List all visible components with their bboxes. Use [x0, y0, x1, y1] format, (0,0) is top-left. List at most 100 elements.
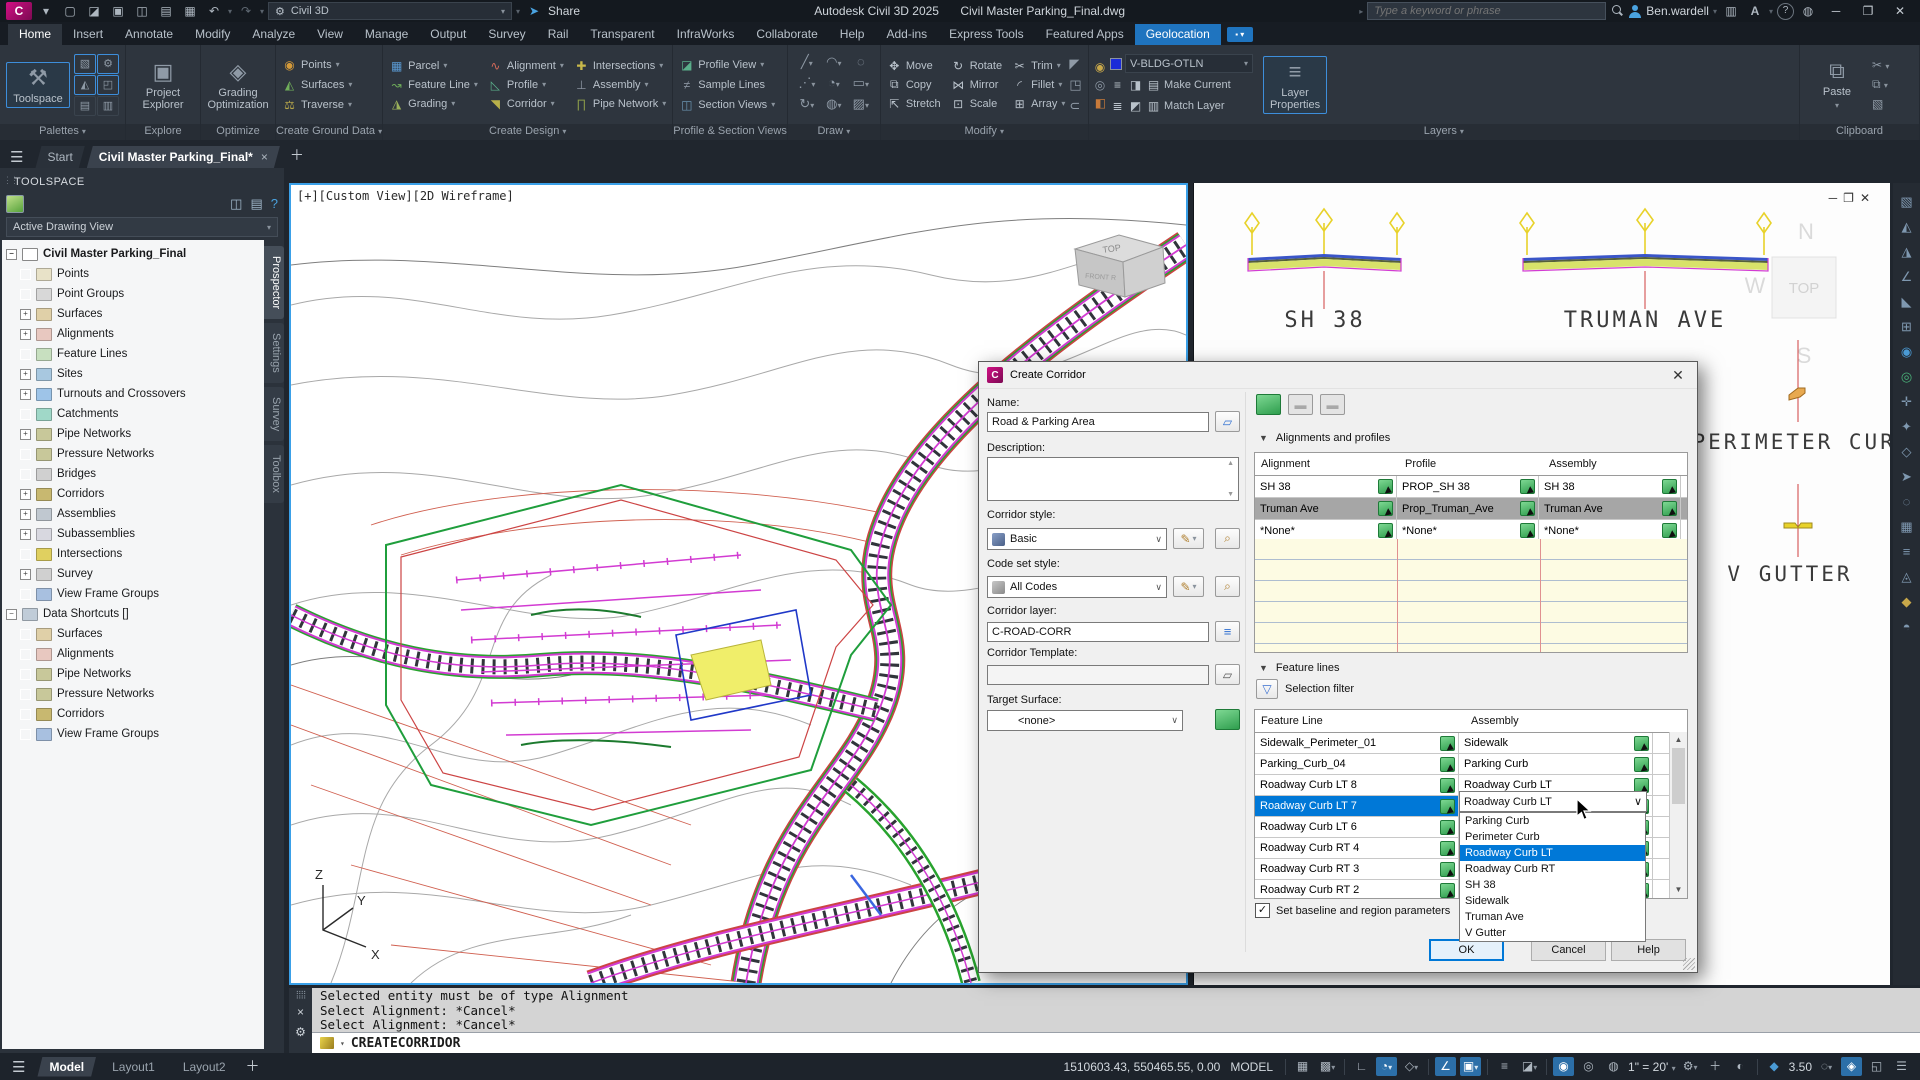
tree-item-ds-view-frame-groups[interactable]: View Frame Groups — [6, 724, 264, 744]
corridor-style-dropdown[interactable]: Basic∨ — [987, 528, 1167, 550]
sample-lines-button[interactable]: ≠Sample Lines — [679, 75, 775, 94]
pick-feature-icon[interactable] — [1440, 736, 1455, 751]
view-selector-dropdown[interactable]: Active Drawing View ▾ — [6, 217, 278, 237]
pick-feature-icon[interactable] — [1440, 820, 1455, 835]
option-sh38[interactable]: SH 38 — [1460, 877, 1645, 893]
move-button[interactable]: ✥Move — [887, 56, 941, 75]
feature-line-dropdown[interactable]: ↝Feature Line▾ — [389, 75, 478, 94]
customize-wrench-icon[interactable]: ⚙ — [295, 1025, 306, 1039]
panel-label-layers[interactable]: Layers ▾ — [1089, 124, 1799, 140]
template-browse-button[interactable]: ▱ — [1215, 664, 1240, 685]
tree-item-pressure-networks[interactable]: Pressure Networks — [6, 444, 264, 464]
file-tabs-menu-icon[interactable]: ☰ — [10, 148, 23, 166]
open-icon[interactable]: ◪ — [84, 4, 104, 18]
tree-item-view-frame-groups[interactable]: View Frame Groups — [6, 584, 264, 604]
scroll-up-icon[interactable]: ▲ — [1227, 460, 1234, 467]
tc-globe-icon[interactable]: ◉ — [1898, 343, 1916, 361]
window-minimize-icon[interactable]: ─ — [1822, 4, 1850, 18]
paste-button[interactable]: ⧉ Paste ▾ — [1806, 56, 1868, 114]
pick-corridor-style-button[interactable]: ⌕ — [1215, 528, 1240, 549]
toolspace-title[interactable]: TOOLSPACE — [0, 172, 284, 192]
feature-lines-section-header[interactable]: ▼ Feature lines — [1259, 662, 1340, 674]
points-dropdown[interactable]: ◉Points▾ — [282, 55, 352, 74]
tab-output[interactable]: Output — [419, 24, 477, 45]
alignments-section-header[interactable]: ▼ Alignments and profiles — [1259, 432, 1390, 444]
pipe-network-dropdown[interactable]: ∏Pipe Network▾ — [574, 94, 666, 113]
tc-layer-icon[interactable]: ▧ — [1898, 193, 1916, 211]
layer-bulb-icon[interactable]: ◉ — [1095, 60, 1106, 74]
pick-alignment-icon[interactable] — [1378, 479, 1393, 494]
tab-collaborate[interactable]: Collaborate — [745, 24, 828, 45]
undo-icon[interactable]: ↶ — [204, 4, 224, 18]
signed-in-user[interactable]: Ben.wardell — [1646, 4, 1709, 18]
pick-profile-icon[interactable] — [1520, 479, 1535, 494]
profile-view-dropdown[interactable]: ◪Profile View▾ — [679, 55, 775, 74]
add-baseline-button[interactable] — [1256, 394, 1281, 415]
pick-feature-icon[interactable] — [1440, 778, 1455, 793]
grading-dropdown[interactable]: ◮Grading▾ — [389, 94, 478, 113]
tab-analyze[interactable]: Analyze — [241, 24, 306, 45]
description-textarea[interactable]: ▲▼ — [987, 457, 1239, 501]
clean-screen-icon[interactable]: ◱ — [1866, 1057, 1887, 1076]
array-dropdown[interactable]: ⊞Array▾ — [1012, 94, 1065, 113]
layout-menu-icon[interactable]: ☰ — [12, 1058, 25, 1076]
dialog-title-bar[interactable]: C Create Corridor ✕ — [979, 362, 1697, 389]
tab-home[interactable]: Home — [8, 24, 62, 45]
feature-table-scrollbar[interactable]: ▲ ▼ — [1669, 732, 1687, 898]
undo-arrow-icon[interactable]: ▾ — [228, 7, 232, 16]
print-icon[interactable]: ▦ — [180, 4, 200, 18]
edit-corridor-style-button[interactable]: ✎▾ — [1173, 528, 1204, 549]
transparency-icon[interactable]: ◪▾ — [1519, 1057, 1540, 1076]
active-drawing-icon[interactable] — [6, 195, 24, 213]
tc-point-name-icon[interactable]: ✦ — [1898, 418, 1916, 436]
item-view-icon[interactable]: ◫ — [230, 196, 242, 212]
scroll-down-icon[interactable]: ▼ — [1227, 491, 1234, 498]
object-snap-icon[interactable]: ▣▾ — [1460, 1057, 1481, 1076]
panel-label-design[interactable]: Create Design ▾ — [383, 124, 672, 140]
tree-item-sites[interactable]: +Sites — [6, 364, 264, 384]
mirror-button[interactable]: ⋈Mirror — [951, 75, 1002, 94]
annotation-monitor-icon[interactable]: ＋ — [1705, 1057, 1726, 1076]
pick-feature-icon[interactable] — [1440, 862, 1455, 877]
option-roadway-curb-rt[interactable]: Roadway Curb RT — [1460, 861, 1645, 877]
tree-root-drawing[interactable]: −Civil Master Parking_Final — [6, 244, 264, 264]
scroll-up-icon[interactable]: ▲ — [1670, 732, 1687, 748]
parcel-dropdown[interactable]: ▦Parcel▾ — [389, 56, 478, 75]
autodesk-access-icon[interactable]: A — [1745, 4, 1765, 18]
ok-button[interactable]: OK — [1429, 939, 1504, 961]
pick-target-surface-button[interactable] — [1215, 709, 1240, 730]
col-assembly[interactable]: Assembly — [1465, 715, 1665, 727]
corridor-layer-field[interactable]: C-ROAD-CORR — [987, 622, 1209, 642]
viewport-close-icon[interactable]: ✕ — [1860, 191, 1876, 205]
ortho-mode-icon[interactable]: ∟ — [1351, 1057, 1372, 1076]
app-menu-arrow-icon[interactable]: ▾ — [36, 4, 56, 18]
pick-profile-icon[interactable] — [1520, 523, 1535, 538]
intersections-dropdown[interactable]: ✚Intersections▾ — [574, 56, 666, 75]
baseline-parameters-checkbox[interactable]: ✓ Set baseline and region parameters — [1255, 903, 1450, 918]
line-tool-icon[interactable]: ╱▾ — [794, 54, 820, 74]
target-surface-dropdown[interactable]: <none>∨ — [987, 710, 1183, 731]
annotation-scale-icon[interactable]: ◍ — [1603, 1057, 1624, 1076]
workspace-extra-arrow-icon[interactable]: ▾ — [516, 7, 520, 16]
grading-optimization-button[interactable]: ◈ Grading Optimization — [207, 57, 269, 113]
tab-featured-apps[interactable]: Featured Apps — [1035, 24, 1135, 45]
pick-feature-icon[interactable] — [1440, 757, 1455, 772]
tree-item-point-groups[interactable]: Point Groups — [6, 284, 264, 304]
tc-angle-icon[interactable]: ∠ — [1898, 268, 1916, 286]
tab-survey[interactable]: Survey — [477, 24, 536, 45]
tree-item-bridges[interactable]: Bridges — [6, 464, 264, 484]
share-label[interactable]: Share — [548, 4, 580, 18]
tc-table-icon[interactable]: ⊞ — [1898, 318, 1916, 336]
sheetset-palette-icon[interactable]: ▤ — [74, 96, 96, 116]
side-tab-settings[interactable]: Settings — [264, 323, 284, 383]
pick-code-set-button[interactable]: ⌕ — [1215, 576, 1240, 597]
tab-layout2[interactable]: Layout2 — [171, 1057, 238, 1077]
tree-item-surfaces[interactable]: +Surfaces — [6, 304, 264, 324]
command-close-icon[interactable]: × — [297, 1005, 304, 1019]
tc-northing-icon[interactable]: ◇ — [1898, 443, 1916, 461]
tree-item-intersections[interactable]: Intersections — [6, 544, 264, 564]
feature-row[interactable]: Parking_Curb_04 Parking Curb — [1255, 754, 1687, 775]
layer-select-button[interactable]: ≡ — [1215, 621, 1240, 642]
copy-button[interactable]: ⧉Copy — [887, 75, 941, 94]
tab-layout1[interactable]: Layout1 — [100, 1057, 167, 1077]
